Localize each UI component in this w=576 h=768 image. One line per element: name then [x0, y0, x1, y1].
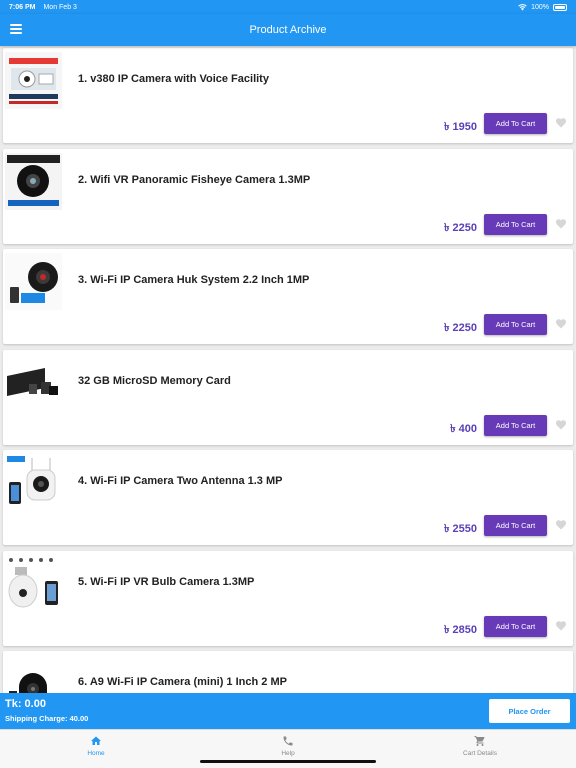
add-to-cart-button[interactable]: Add To Cart — [484, 214, 547, 235]
nav-cart-details[interactable]: Cart Details — [384, 730, 576, 768]
product-card: 3. Wi-Fi IP Camera Huk System 2.2 Inch 1… — [3, 249, 573, 344]
order-bar: Tk: 0.00 Shipping Charge: 40.00 Place Or… — [0, 693, 576, 729]
add-to-cart-button[interactable]: Add To Cart — [484, 616, 547, 637]
product-card: 1. v380 IP Camera with Voice Facility ৳ … — [3, 48, 573, 143]
add-to-cart-button[interactable]: Add To Cart — [484, 415, 547, 436]
product-title[interactable]: 6. A9 Wi-Fi IP Camera (mini) 1 Inch 2 MP — [78, 676, 287, 688]
product-card: 5. Wi-Fi IP VR Bulb Camera 1.3MP ৳ 2850 … — [3, 551, 573, 646]
cart-icon — [474, 736, 485, 746]
product-image — [5, 555, 62, 612]
nav-home[interactable]: Home — [0, 730, 192, 768]
heart-icon[interactable] — [555, 117, 567, 129]
product-image — [5, 354, 62, 411]
nav-label: Help — [281, 750, 295, 757]
product-price: ৳ 2250 — [443, 222, 477, 234]
heart-icon[interactable] — [555, 620, 567, 632]
product-title[interactable]: 32 GB MicroSD Memory Card — [78, 375, 231, 387]
battery-percent: 100% — [531, 3, 549, 11]
app-bar: Product Archive — [0, 14, 576, 46]
status-date: Mon Feb 3 — [43, 3, 77, 11]
product-title[interactable]: 4. Wi-Fi IP Camera Two Antenna 1.3 MP — [78, 475, 282, 487]
heart-icon[interactable] — [555, 318, 567, 330]
heart-icon[interactable] — [555, 218, 567, 230]
product-price: ৳ 1950 — [443, 121, 477, 133]
heart-icon[interactable] — [555, 419, 567, 431]
nav-label: Home — [87, 750, 105, 757]
order-total: Tk: 0.00 — [5, 698, 46, 710]
add-to-cart-button[interactable]: Add To Cart — [484, 314, 547, 335]
wifi-icon — [518, 3, 527, 10]
product-image — [5, 253, 62, 310]
add-to-cart-button[interactable]: Add To Cart — [484, 515, 547, 536]
product-price: ৳ 400 — [450, 423, 477, 435]
product-image — [5, 52, 62, 109]
product-title[interactable]: 5. Wi-Fi IP VR Bulb Camera 1.3MP — [78, 576, 254, 588]
product-title[interactable]: 3. Wi-Fi IP Camera Huk System 2.2 Inch 1… — [78, 274, 309, 286]
nav-label: Cart Details — [463, 750, 497, 757]
home-icon — [91, 736, 101, 745]
product-card: 4. Wi-Fi IP Camera Two Antenna 1.3 MP ৳ … — [3, 450, 573, 545]
home-indicator — [200, 760, 376, 763]
status-time: 7:06 PM — [9, 3, 36, 11]
menu-icon[interactable] — [10, 23, 22, 35]
product-price: ৳ 2250 — [443, 322, 477, 334]
product-card: 2. Wifi VR Panoramic Fisheye Camera 1.3M… — [3, 149, 573, 244]
product-price: ৳ 2850 — [443, 624, 477, 636]
status-right: 100% — [518, 3, 567, 11]
page-title: Product Archive — [249, 24, 327, 36]
product-price: ৳ 2550 — [443, 523, 477, 535]
add-to-cart-button[interactable]: Add To Cart — [484, 113, 547, 134]
phone-icon — [283, 736, 293, 746]
product-image — [5, 454, 62, 511]
heart-icon[interactable] — [555, 519, 567, 531]
product-image — [5, 153, 62, 210]
product-card: 32 GB MicroSD Memory Card ৳ 400 Add To C… — [3, 350, 573, 445]
product-title[interactable]: 2. Wifi VR Panoramic Fisheye Camera 1.3M… — [78, 174, 310, 186]
product-title[interactable]: 1. v380 IP Camera with Voice Facility — [78, 73, 269, 85]
shipping-charge: Shipping Charge: 40.00 — [5, 714, 89, 723]
battery-icon — [553, 3, 567, 11]
place-order-button[interactable]: Place Order — [489, 699, 570, 723]
product-image — [5, 655, 62, 693]
product-card: 6. A9 Wi-Fi IP Camera (mini) 1 Inch 2 MP — [3, 651, 573, 693]
product-list[interactable]: 1. v380 IP Camera with Voice Facility ৳ … — [0, 46, 576, 693]
status-bar: 7:06 PM Mon Feb 3 100% — [0, 0, 576, 14]
